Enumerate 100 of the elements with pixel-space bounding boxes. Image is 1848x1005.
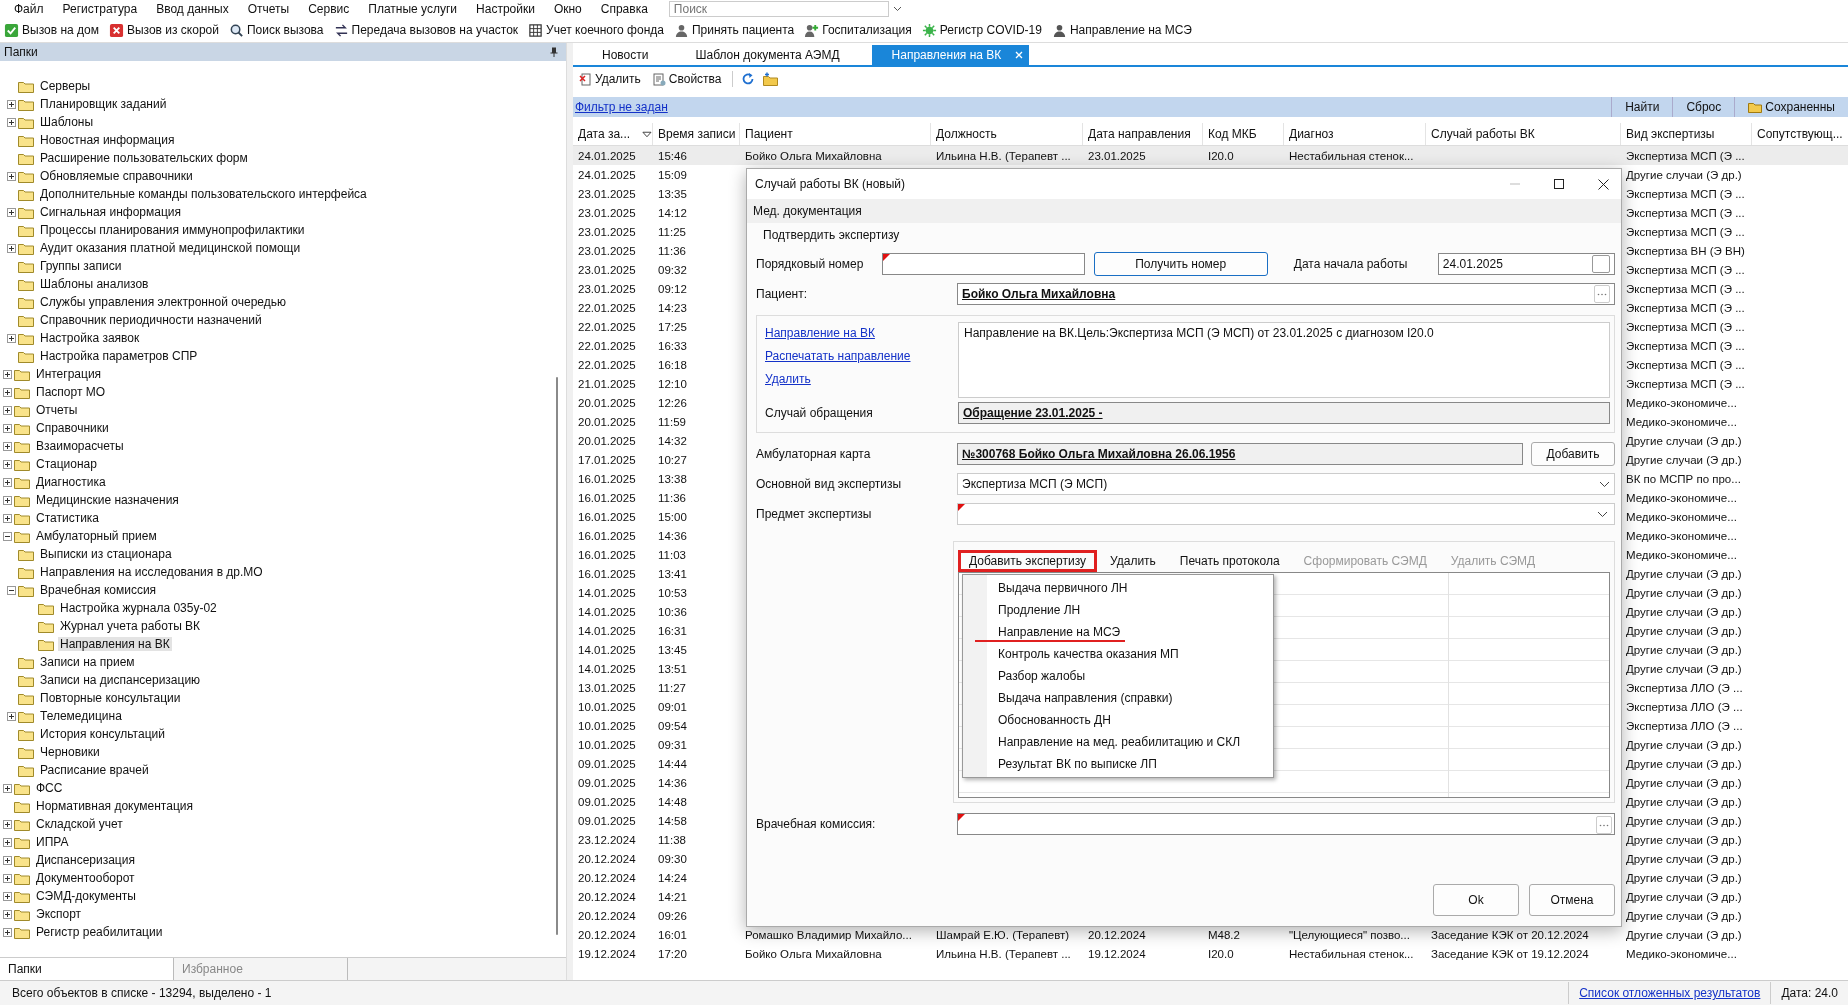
- tree-item[interactable]: Направления на ВК: [58, 637, 172, 651]
- menu-item[interactable]: Справка: [590, 2, 657, 16]
- menu-item[interactable]: Отчеты: [237, 2, 299, 16]
- document-tab[interactable]: Шаблон документа АЭМД: [663, 45, 872, 65]
- toolbar-button[interactable]: Печать протокола: [1168, 550, 1291, 572]
- tree-item[interactable]: Настройка журнала 035у-02: [58, 601, 219, 615]
- tree-item[interactable]: Диспансеризация: [34, 853, 137, 867]
- tree-item[interactable]: Процессы планирования иммунопрофилактики: [38, 223, 307, 237]
- menu-item[interactable]: Ввод данных: [146, 2, 238, 16]
- combo-box[interactable]: Экспертиза МСП (Э МСП): [957, 473, 1615, 495]
- menu-item[interactable]: Направление на МСЭ: [963, 621, 1273, 643]
- column-header[interactable]: Должность: [931, 123, 1083, 145]
- menu-item[interactable]: Результат ВК по выписке ЛП: [963, 753, 1273, 775]
- expand-icon[interactable]: [2, 873, 12, 883]
- menu-item[interactable]: Выдача направления (справки): [963, 687, 1273, 709]
- tree-item[interactable]: Записи на прием: [38, 655, 137, 669]
- tree-item[interactable]: Обновляемые справочники: [38, 169, 195, 183]
- tree-item[interactable]: Черновики: [38, 745, 102, 759]
- tree-item[interactable]: Документооборот: [34, 871, 137, 885]
- expand-icon[interactable]: [2, 369, 12, 379]
- toolbar-button[interactable]: Передача вызовов на участок: [331, 20, 521, 40]
- menu-item[interactable]: Настройки: [466, 2, 544, 16]
- expand-icon[interactable]: [2, 423, 12, 433]
- toolbar-button[interactable]: Регистр COVID-19: [919, 20, 1044, 40]
- link[interactable]: Направление на ВК: [765, 326, 875, 340]
- filter-link[interactable]: Фильтр не задан: [575, 100, 668, 114]
- column-header[interactable]: Дата за...: [573, 123, 653, 145]
- tree-item[interactable]: ИПРА: [34, 835, 71, 849]
- menu-item[interactable]: Обоснованность ДН: [963, 709, 1273, 731]
- menu-item[interactable]: Контроль качества оказания МП: [963, 643, 1273, 665]
- tree-item[interactable]: Статистика: [34, 511, 102, 525]
- tab-label[interactable]: Шаблон документа АЭМД: [695, 48, 840, 62]
- menu-item[interactable]: Выдача первичного ЛН: [963, 577, 1273, 599]
- expand-icon[interactable]: [2, 891, 12, 901]
- link[interactable]: Распечатать направление: [765, 349, 911, 363]
- dialog-button[interactable]: Ok: [1433, 884, 1519, 916]
- sort-icon[interactable]: [642, 130, 652, 138]
- link[interactable]: Удалить: [765, 372, 811, 386]
- toolbar-button[interactable]: Направление на МСЭ: [1049, 20, 1194, 40]
- tree-item[interactable]: Аудит оказания платной медицинской помощи: [38, 241, 303, 255]
- expand-icon[interactable]: [2, 855, 12, 865]
- tree-item[interactable]: Паспорт МО: [34, 385, 108, 399]
- column-header[interactable]: Вид экспертизы: [1621, 123, 1752, 145]
- expand-icon[interactable]: [2, 837, 12, 847]
- tree-item[interactable]: История консультаций: [38, 727, 167, 741]
- toolbar-button[interactable]: Принять пациента: [671, 20, 797, 40]
- tab-label[interactable]: Новости: [602, 48, 649, 62]
- toolbar-button[interactable]: Добавить экспертизу: [958, 550, 1098, 572]
- status-link[interactable]: Список отложенных результатов: [1568, 982, 1771, 1004]
- column-header[interactable]: Сопутствующ...: [1752, 123, 1848, 145]
- filter-button[interactable]: Сохраненны: [1734, 97, 1848, 117]
- tree-item[interactable]: Взаиморасчеты: [34, 439, 126, 453]
- dialog-button[interactable]: Отмена: [1529, 884, 1615, 916]
- column-header[interactable]: Диагноз: [1284, 123, 1426, 145]
- column-header[interactable]: Код МКБ: [1203, 123, 1284, 145]
- maximize-icon[interactable]: [1554, 179, 1564, 189]
- toolbar-button[interactable]: Удалить: [1099, 550, 1167, 572]
- input-field[interactable]: [957, 503, 1615, 525]
- tree-item[interactable]: Амбулаторный прием: [34, 529, 159, 543]
- menu-item[interactable]: Файл: [4, 2, 53, 16]
- tree-item[interactable]: Регистр реабилитации: [34, 925, 165, 939]
- column-header[interactable]: Случай работы ВК: [1426, 123, 1621, 145]
- close-icon[interactable]: [1598, 178, 1609, 190]
- date-field[interactable]: 24.01.2025: [1437, 253, 1615, 275]
- table-row[interactable]: 24.01.2025 15:46 Бойко Ольга Михайловна Ильина Н.В. (Терапевт ... 23.01.2025 I20.0 Нестабильная стенок... Экспертиза МСП (Э ...: [573, 146, 1848, 165]
- tree-item[interactable]: Диагностика: [34, 475, 108, 489]
- expand-icon[interactable]: [2, 927, 12, 937]
- expand-icon[interactable]: [2, 909, 12, 919]
- tree-item[interactable]: Журнал учета работы ВК: [58, 619, 203, 633]
- scrollbar-thumb[interactable]: [556, 377, 558, 935]
- table-row[interactable]: 20.12.2024 16:01 Ромашко Владимир Михайло... Шамрай Е.Ю. (Терапевт) 20.12.2024 M48.2 "Целующиеся" позво... Заседание КЭК от 20.12.2024 Другие случаи (Э др.): [573, 925, 1848, 944]
- toolbar-button[interactable]: Вызов из скорой: [106, 20, 221, 40]
- tree-item[interactable]: Новостная информация: [38, 133, 177, 147]
- patient-field[interactable]: Бойко Ольга Михайловна: [957, 283, 1615, 305]
- expand-icon[interactable]: [2, 495, 12, 505]
- column-header[interactable]: Пациент: [740, 123, 931, 145]
- folder-icon[interactable]: [762, 72, 778, 86]
- refresh-icon[interactable]: [740, 72, 755, 86]
- column-header[interactable]: Время записи: [653, 123, 740, 145]
- tree-item[interactable]: Настройка заявок: [38, 331, 142, 345]
- input-field[interactable]: [882, 253, 1085, 275]
- tree-item[interactable]: Отчеты: [34, 403, 80, 417]
- expand-icon[interactable]: [2, 405, 12, 415]
- menu-item[interactable]: Мед. документация: [753, 204, 862, 218]
- tree-item[interactable]: Повторные консультации: [38, 691, 183, 705]
- toolbar-button[interactable]: Удалить: [577, 69, 643, 89]
- expand-icon[interactable]: [2, 459, 12, 469]
- tree-item[interactable]: Интеграция: [34, 367, 104, 381]
- case-field[interactable]: Обращение 23.01.2025 -: [958, 402, 1610, 424]
- tree-item[interactable]: Справочник периодичности назначений: [38, 313, 264, 327]
- filter-button[interactable]: Сброс: [1672, 97, 1735, 117]
- tree-item[interactable]: Расширение пользовательских форм: [38, 151, 250, 165]
- menu-item[interactable]: Продление ЛН: [963, 599, 1273, 621]
- menu-item[interactable]: Разбор жалобы: [963, 665, 1273, 687]
- tree-item[interactable]: Серверы: [38, 79, 93, 93]
- search-field[interactable]: Поиск: [668, 1, 889, 17]
- collapse-icon[interactable]: [6, 585, 16, 595]
- tree-item[interactable]: Направления на исследования в др.МО: [38, 565, 265, 579]
- expand-icon[interactable]: [6, 243, 16, 253]
- tree-item[interactable]: ФСС: [34, 781, 65, 795]
